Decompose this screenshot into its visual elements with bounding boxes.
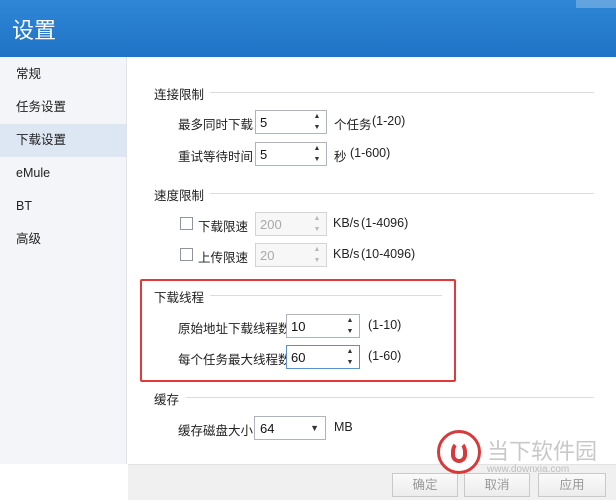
- section-divider: [210, 92, 594, 93]
- cache-size-label: 缓存磁盘大小: [178, 424, 254, 438]
- window-controls[interactable]: [576, 0, 616, 8]
- section-divider: [210, 193, 594, 194]
- retry-wait-label: 重试等待时间: [178, 150, 254, 164]
- upload-limit-checkbox[interactable]: [180, 248, 193, 261]
- max-tasks-label: 最多同时下载: [178, 118, 254, 132]
- sidebar-item-general[interactable]: 常规: [0, 58, 126, 91]
- row-upload-limit: 上传限速 ▲ ▼ KB/s (10-4096): [180, 243, 560, 267]
- spin-down-icon[interactable]: ▼: [308, 255, 326, 266]
- section-title-cache: 缓存: [154, 393, 180, 407]
- cache-size-value: 64: [260, 421, 275, 436]
- section-divider: [186, 397, 594, 398]
- spin-up-icon[interactable]: ▲: [308, 111, 326, 122]
- max-tasks-hint: (1-20): [372, 114, 406, 128]
- section-cache: 缓存: [154, 389, 594, 407]
- row-cache-size: 缓存磁盘大小 64 ▼ MB: [178, 416, 478, 440]
- settings-content: 连接限制 最多同时下载 ▲ ▼ 个任务 (1-20) 重试等待时间 ▲ ▼ 秒 …: [128, 57, 616, 464]
- row-download-limit: 下载限速 ▲ ▼ KB/s (1-4096): [180, 212, 560, 236]
- upload-limit-input[interactable]: [256, 244, 308, 266]
- retry-wait-input[interactable]: [256, 143, 308, 165]
- upload-limit-unit: KB/s: [333, 247, 360, 261]
- cache-size-unit: MB: [334, 420, 353, 434]
- sidebar-item-task-settings[interactable]: 任务设置: [0, 91, 126, 124]
- max-tasks-unit: 个任务: [334, 118, 372, 132]
- section-title-speed: 速度限制: [154, 189, 205, 203]
- max-tasks-input[interactable]: [256, 111, 308, 133]
- watermark-url: www.downxia.com: [487, 464, 570, 475]
- sidebar-item-emule[interactable]: eMule: [0, 157, 126, 190]
- row-retry-wait: 重试等待时间 ▲ ▼ 秒 (1-600): [178, 142, 558, 166]
- spin-up-icon[interactable]: ▲: [308, 213, 326, 224]
- section-connection: 连接限制: [154, 84, 594, 102]
- download-limit-unit: KB/s: [333, 216, 360, 230]
- window-title: 设置: [12, 18, 57, 43]
- upload-limit-stepper[interactable]: ▲ ▼: [255, 243, 327, 267]
- download-limit-checkbox[interactable]: [180, 217, 193, 230]
- download-limit-input[interactable]: [256, 213, 308, 235]
- spin-up-icon[interactable]: ▲: [308, 143, 326, 154]
- download-limit-stepper[interactable]: ▲ ▼: [255, 212, 327, 236]
- spin-up-icon[interactable]: ▲: [308, 244, 326, 255]
- sidebar-item-download-settings[interactable]: 下载设置: [0, 124, 126, 157]
- retry-wait-stepper[interactable]: ▲ ▼: [255, 142, 327, 166]
- download-limit-label: 下载限速: [198, 220, 249, 234]
- upload-limit-hint: (10-4096): [361, 247, 416, 261]
- watermark-logo-icon: [437, 430, 481, 474]
- download-limit-arrows: ▲ ▼: [308, 213, 326, 235]
- download-limit-hint: (1-4096): [361, 216, 409, 230]
- retry-wait-hint: (1-600): [350, 146, 391, 160]
- settings-sidebar: 常规 任务设置 下载设置 eMule BT 高级: [0, 57, 127, 464]
- section-title-connection: 连接限制: [154, 88, 205, 102]
- retry-wait-unit: 秒: [334, 150, 347, 164]
- sidebar-item-bt[interactable]: BT: [0, 190, 126, 223]
- section-speed: 速度限制: [154, 185, 594, 203]
- upload-limit-arrows: ▲ ▼: [308, 244, 326, 266]
- highlight-box: [140, 279, 456, 382]
- max-tasks-arrows: ▲ ▼: [308, 111, 326, 133]
- spin-down-icon[interactable]: ▼: [308, 122, 326, 133]
- cache-size-dropdown[interactable]: 64 ▼: [254, 416, 326, 440]
- watermark: 当下软件园 www.downxia.com: [437, 428, 612, 482]
- watermark-text: 当下软件园: [487, 440, 598, 465]
- upload-limit-label: 上传限速: [198, 251, 249, 265]
- row-max-tasks: 最多同时下载 ▲ ▼ 个任务 (1-20): [178, 110, 558, 134]
- chevron-down-icon[interactable]: ▼: [310, 423, 319, 433]
- spin-down-icon[interactable]: ▼: [308, 224, 326, 235]
- title-bar: 设置: [0, 0, 616, 57]
- sidebar-item-advanced[interactable]: 高级: [0, 223, 126, 256]
- max-tasks-stepper[interactable]: ▲ ▼: [255, 110, 327, 134]
- spin-down-icon[interactable]: ▼: [308, 154, 326, 165]
- retry-wait-arrows: ▲ ▼: [308, 143, 326, 165]
